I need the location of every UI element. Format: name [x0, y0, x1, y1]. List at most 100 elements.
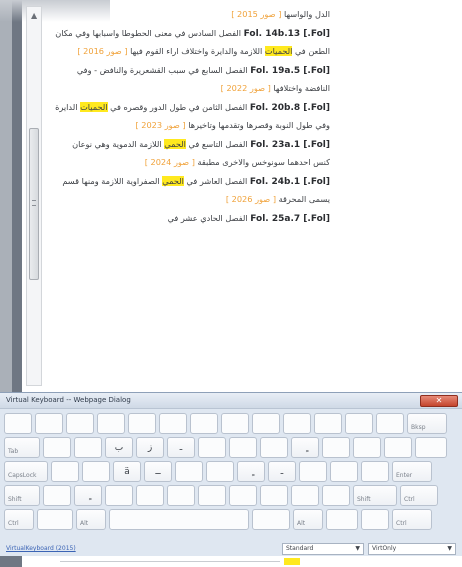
key-label: ز [147, 443, 153, 453]
key-2-0[interactable]: CapsLock [4, 461, 48, 482]
key-0-13[interactable]: Bksp [407, 413, 447, 434]
search-highlight: الحمي [164, 139, 186, 149]
key-blank[interactable] [361, 461, 389, 482]
key-3-12[interactable]: Ctrl [400, 485, 438, 506]
key-blank[interactable] [159, 413, 187, 434]
key-2-7[interactable]: ٍ [237, 461, 265, 482]
key-label: Tab [8, 448, 19, 455]
key-blank[interactable] [252, 413, 280, 434]
language-select[interactable]: VirtOnly ▼ [368, 543, 456, 555]
folio-reference[interactable]: [Fol.] Fol. 24b.1 [250, 177, 330, 187]
layout-select[interactable]: Standard ▼ [282, 543, 364, 555]
key-blank[interactable] [109, 509, 249, 530]
key-blank[interactable] [326, 509, 358, 530]
language-select-value: VirtOnly [372, 545, 397, 552]
image-link[interactable]: [ صور 2016 ] [77, 46, 127, 56]
key-blank[interactable] [97, 413, 125, 434]
key-blank[interactable] [330, 461, 358, 482]
image-link[interactable]: [ صور 2024 ] [145, 157, 195, 167]
key-blank[interactable] [384, 437, 412, 458]
key-blank[interactable] [51, 461, 79, 482]
key-blank[interactable] [43, 485, 71, 506]
key-blank[interactable] [35, 413, 63, 434]
key-blank[interactable] [376, 413, 404, 434]
key-blank[interactable] [353, 437, 381, 458]
key-blank[interactable] [128, 413, 156, 434]
image-link[interactable]: [ صور 2026 ] [226, 194, 276, 204]
layout-select-value: Standard [286, 545, 314, 552]
key-label: ä [124, 467, 130, 477]
folio-reference[interactable]: [Fol.] Fol. 14b.13 [244, 29, 330, 39]
key-blank[interactable] [82, 461, 110, 482]
key-2-12[interactable]: Enter [392, 461, 432, 482]
image-link[interactable]: [ صور 2023 ] [135, 120, 185, 130]
entry-text: الفصل التاسع في [185, 139, 251, 149]
key-blank[interactable] [415, 437, 447, 458]
key-blank[interactable] [229, 485, 257, 506]
folio-reference[interactable]: [Fol.] Fol. 19a.5 [250, 66, 330, 76]
left-margin-dark [12, 0, 22, 392]
key-blank[interactable] [314, 413, 342, 434]
key-row-2: Tab ب ز ـٍ [4, 437, 447, 458]
key-label: Bksp [411, 424, 426, 431]
key-blank[interactable] [167, 485, 195, 506]
key-4-2[interactable]: Alt [76, 509, 106, 530]
key-blank[interactable] [291, 485, 319, 506]
key-blank[interactable] [105, 485, 133, 506]
key-blank[interactable] [43, 437, 71, 458]
scroll-up-arrow-icon[interactable]: ▲ [31, 12, 37, 20]
key-blank[interactable] [74, 437, 102, 458]
key-4-0[interactable]: Ctrl [4, 509, 34, 530]
key-blank[interactable] [361, 509, 389, 530]
image-link[interactable]: [ صور 2015 ] [231, 9, 281, 19]
dialog-title: Virtual Keyboard -- Webpage Dialog [6, 396, 131, 404]
key-blank[interactable] [229, 437, 257, 458]
close-icon[interactable]: ✕ [420, 395, 458, 407]
key-row-5: Ctrl Alt Alt Ctrl [4, 509, 432, 530]
key-blank[interactable] [4, 413, 32, 434]
key-3-2[interactable]: ٍ [74, 485, 102, 506]
key-3-0[interactable]: Shift [4, 485, 40, 506]
folio-reference[interactable]: [Fol.] Fol. 20b.8 [250, 103, 330, 113]
key-blank[interactable] [260, 485, 288, 506]
key-2-8[interactable]: ـ [268, 461, 296, 482]
key-blank[interactable] [299, 461, 327, 482]
key-4-5[interactable]: Alt [293, 509, 323, 530]
grip-icon [32, 200, 36, 206]
key-blank[interactable] [175, 461, 203, 482]
key-1-9[interactable]: ٍ [291, 437, 319, 458]
key-1-5[interactable]: ـ [167, 437, 195, 458]
key-blank[interactable] [252, 509, 290, 530]
entry-text: الدل والواسها [281, 9, 330, 19]
key-blank[interactable] [206, 461, 234, 482]
key-blank[interactable] [322, 485, 350, 506]
folio-reference[interactable]: [Fol.] Fol. 25a.7 [250, 214, 330, 224]
key-label: Enter [396, 472, 413, 479]
dialog-titlebar[interactable]: Virtual Keyboard -- Webpage Dialog ✕ [0, 393, 462, 409]
key-1-3[interactable]: ب [105, 437, 133, 458]
folio-reference[interactable]: [Fol.] Fol. 23a.1 [250, 140, 330, 150]
key-blank[interactable] [345, 413, 373, 434]
key-1-0[interactable]: Tab [4, 437, 40, 458]
key-blank[interactable] [198, 437, 226, 458]
key-3-11[interactable]: Shift [353, 485, 397, 506]
key-blank[interactable] [66, 413, 94, 434]
key-2-4[interactable]: ــ [144, 461, 172, 482]
key-label: Ctrl [404, 496, 415, 503]
key-blank[interactable] [37, 509, 73, 530]
key-blank[interactable] [221, 413, 249, 434]
toc-entry: الدل والواسها [ صور 2015 ] [54, 6, 330, 23]
image-link[interactable]: [ صور 2022 ] [221, 83, 271, 93]
key-blank[interactable] [198, 485, 226, 506]
keyboard-info-link[interactable]: VirtualKeyboard (2015) [6, 545, 76, 552]
key-blank[interactable] [260, 437, 288, 458]
key-1-4[interactable]: ز [136, 437, 164, 458]
key-4-8[interactable]: Ctrl [392, 509, 432, 530]
key-blank[interactable] [322, 437, 350, 458]
key-blank[interactable] [190, 413, 218, 434]
toc-entry: [Fol.] Fol. 14b.13 الفصل السادس في معنى … [54, 25, 330, 60]
key-blank[interactable] [136, 485, 164, 506]
key-blank[interactable] [283, 413, 311, 434]
key-2-3[interactable]: ä [113, 461, 141, 482]
keyboard-status-bar: VirtualKeyboard (2015) Standard ▼ VirtOn… [0, 541, 462, 557]
